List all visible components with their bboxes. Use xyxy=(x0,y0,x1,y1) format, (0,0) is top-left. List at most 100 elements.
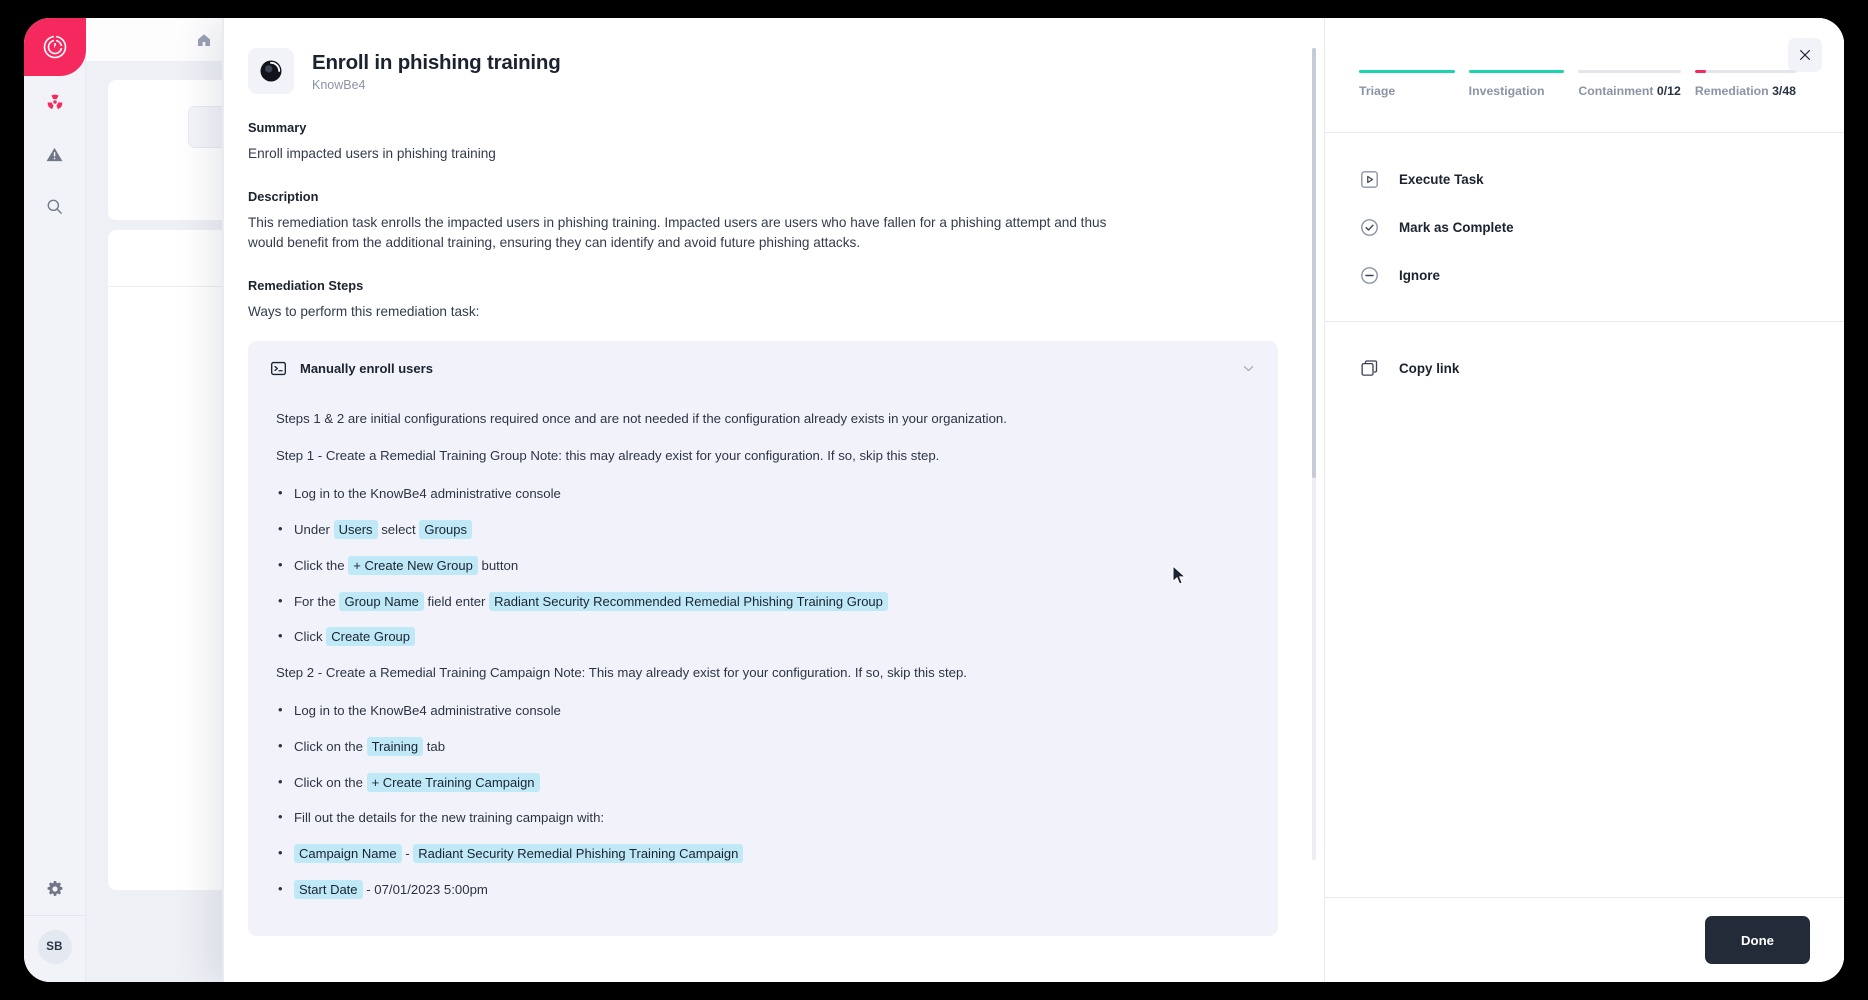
list-item: Fill out the details for the new trainin… xyxy=(276,807,1250,828)
minus-circle-icon xyxy=(1361,266,1378,284)
tab-investigation-text: Investigation xyxy=(1468,84,1545,98)
summary-label: Summary xyxy=(248,120,307,135)
radiant-logo-icon xyxy=(43,35,66,59)
tab-remediation-text: Remediation xyxy=(1694,84,1769,98)
list-item: Log in to the KnowBe4 administrative con… xyxy=(276,483,1250,504)
code-chip: Campaign Name xyxy=(294,844,402,864)
sidebar-item-incidents[interactable] xyxy=(24,76,86,128)
action-mark-complete[interactable]: Mark as Complete xyxy=(1359,203,1810,251)
gear-icon xyxy=(47,881,62,896)
list-item: For the Group Name field enter Radiant S… xyxy=(276,591,1250,612)
step1-heading: Step 1 - Create a Remedial Training Grou… xyxy=(276,448,940,464)
rail-bottom: SB xyxy=(24,863,85,982)
action-copy-link[interactable]: Copy link xyxy=(1359,344,1810,392)
action-ignore[interactable]: Ignore xyxy=(1359,251,1810,299)
code-chip: Radiant Security Remedial Phishing Train… xyxy=(413,844,744,864)
close-icon xyxy=(1800,50,1810,60)
list-item: Campaign Name - Radiant Security Remedia… xyxy=(276,843,1250,864)
code-chip: + Create Training Campaign xyxy=(366,772,540,792)
remediation-steps-intro: Ways to perform this remediation task: xyxy=(248,303,480,319)
step1-list: Log in to the KnowBe4 administrative con… xyxy=(276,483,1250,647)
list-item: Log in to the KnowBe4 administrative con… xyxy=(276,700,1250,721)
code-chip: Start Date xyxy=(294,879,363,899)
tab-triage[interactable]: Triage xyxy=(1359,70,1469,98)
code-chip: Create Group xyxy=(326,627,416,647)
list-item: Click Create Group xyxy=(276,626,1250,647)
tab-remediation-count: 3/48 xyxy=(1772,84,1797,98)
side-scrollbar[interactable] xyxy=(1838,974,1841,982)
knowbe4-logo-icon xyxy=(260,60,282,82)
primary-actions: Execute Task Mark as Complete Ignore xyxy=(1325,133,1844,321)
tab-investigation-label: Investigation xyxy=(1469,84,1565,98)
accordion-header[interactable]: Manually enroll users xyxy=(248,341,1278,397)
list-item: Click on the + Create Training Campaign xyxy=(276,772,1250,793)
list-item: Click on the Training tab xyxy=(276,736,1250,757)
task-header: Enroll in phishing training KnowBe4 xyxy=(248,48,1278,94)
code-chip: Training xyxy=(366,736,424,756)
accordion-title: Manually enroll users xyxy=(300,361,433,377)
action-ignore-label: Ignore xyxy=(1399,267,1440,283)
left-nav-rail: SB xyxy=(24,18,86,982)
description-label: Description xyxy=(248,188,319,204)
side-footer: Done xyxy=(1325,897,1844,982)
accordion-body: Steps 1 & 2 are initial configurations r… xyxy=(248,409,1278,900)
terminal-icon xyxy=(271,362,286,376)
copy-icon xyxy=(1361,359,1378,376)
tab-triage-progress xyxy=(1359,70,1455,73)
tab-containment-text: Containment xyxy=(1578,84,1654,98)
modal-scroll-area: Enroll in phishing training KnowBe4 Summ… xyxy=(248,48,1278,982)
remediation-steps-label: Remediation Steps xyxy=(248,277,364,293)
code-chip: Users xyxy=(333,520,378,540)
accordion-intro: Steps 1 & 2 are initial configurations r… xyxy=(276,410,1007,426)
list-item: Under Users select Groups xyxy=(276,519,1250,540)
tab-containment-label: Containment 0/12 xyxy=(1578,84,1681,98)
sidebar-item-settings[interactable] xyxy=(24,863,86,915)
list-item: Click the + Create New Group button xyxy=(276,555,1250,576)
action-copy-link-label: Copy link xyxy=(1399,360,1460,376)
secondary-actions: Copy link xyxy=(1325,322,1844,414)
rail-divider xyxy=(24,915,85,916)
home-icon xyxy=(198,33,210,46)
chevron-down-icon[interactable] xyxy=(1241,361,1256,376)
tab-containment-count: 0/12 xyxy=(1656,84,1681,98)
action-mark-complete-label: Mark as Complete xyxy=(1399,219,1514,235)
sidebar-item-search[interactable] xyxy=(24,180,86,232)
summary-text: Enroll impacted users in phishing traini… xyxy=(248,146,496,161)
tab-containment-progress xyxy=(1578,70,1681,73)
code-chip: Radiant Security Recommended Remedial Ph… xyxy=(489,591,888,611)
check-circle-icon xyxy=(1361,218,1378,236)
description-text: This remediation task enrolls the impact… xyxy=(248,214,1107,251)
tab-remediation[interactable]: Remediation 3/48 xyxy=(1694,70,1810,98)
modal-side-pane: Triage Investigation Containment 0/12 Re… xyxy=(1324,18,1844,982)
tab-containment[interactable]: Containment 0/12 xyxy=(1578,70,1695,98)
remediation-accordion: Manually enroll users Steps 1 & 2 are in… xyxy=(248,340,1278,936)
step2-heading: Step 2 - Create a Remedial Training Camp… xyxy=(276,665,967,681)
play-square-icon xyxy=(1361,170,1378,188)
phase-tabs: Triage Investigation Containment 0/12 Re… xyxy=(1359,70,1810,98)
page-title: Enroll in phishing training xyxy=(312,50,561,74)
close-button[interactable] xyxy=(1788,38,1822,72)
action-execute-task[interactable]: Execute Task xyxy=(1359,155,1810,203)
vendor-logo xyxy=(248,48,294,94)
code-chip: Group Name xyxy=(339,591,424,611)
tab-investigation[interactable]: Investigation xyxy=(1468,70,1579,98)
radiation-icon xyxy=(47,94,62,110)
step2-list: Log in to the KnowBe4 administrative con… xyxy=(276,700,1250,900)
side-filler xyxy=(1325,414,1844,982)
main-scrollbar-thumb[interactable] xyxy=(1312,48,1316,478)
code-chip: + Create New Group xyxy=(348,555,478,575)
code-chip: Groups xyxy=(419,520,472,540)
warning-triangle-icon xyxy=(46,147,63,161)
side-gap xyxy=(1325,98,1844,132)
tab-remediation-progress xyxy=(1694,70,1797,73)
list-item: Start Date - 07/01/2023 5:00pm xyxy=(276,879,1250,900)
tab-triage-label: Triage xyxy=(1359,84,1455,98)
action-execute-task-label: Execute Task xyxy=(1399,171,1484,187)
done-button[interactable]: Done xyxy=(1705,916,1810,964)
app-logo[interactable] xyxy=(24,18,86,76)
sidebar-item-alerts[interactable] xyxy=(24,128,86,180)
avatar[interactable]: SB xyxy=(37,930,72,964)
tab-triage-text: Triage xyxy=(1359,84,1396,98)
search-icon xyxy=(47,199,62,214)
modal-main-pane: Enroll in phishing training KnowBe4 Summ… xyxy=(224,18,1324,982)
